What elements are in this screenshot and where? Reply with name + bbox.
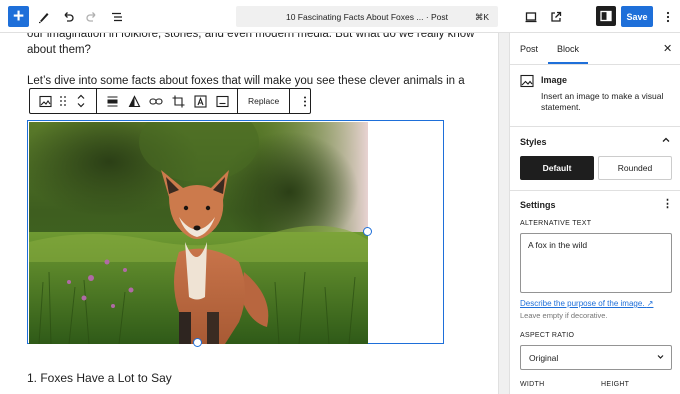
document-title: 10 Fascinating Facts About Foxes ... · P… (285, 11, 449, 22)
document-overview-icon[interactable] (107, 7, 127, 27)
width-label: WIDTH (520, 381, 545, 388)
image-block-toolbar: Replace (29, 88, 311, 114)
undo-icon[interactable] (58, 7, 78, 27)
aspect-ratio-select[interactable]: Original (520, 345, 672, 370)
close-icon[interactable]: ✕ (663, 42, 672, 55)
alt-text-help-link[interactable]: Describe the purpose of the image. ↗ (520, 299, 653, 308)
chevron-up-icon[interactable] (661, 135, 671, 148)
block-type-group (30, 89, 97, 113)
image-block-icon (520, 74, 534, 88)
resize-handle-right[interactable] (363, 227, 372, 236)
style-rounded-button[interactable]: Rounded (598, 156, 672, 180)
more-options-group (290, 89, 320, 113)
align-icon[interactable] (101, 89, 123, 113)
shortcut-hint: ⌘K (474, 12, 489, 22)
image-block[interactable] (27, 120, 444, 344)
block-card: Image Insert an image to make a visual s… (510, 65, 680, 127)
fox-photo (29, 122, 368, 344)
replace-button[interactable]: Replace (242, 89, 285, 113)
alt-text-help: Leave empty if decorative. (520, 311, 608, 320)
link-icon[interactable] (145, 89, 167, 113)
tab-block[interactable]: Block (557, 44, 579, 54)
redo-icon[interactable] (82, 7, 102, 27)
style-default-button[interactable]: Default (520, 156, 594, 180)
aspect-ratio-value: Original (529, 353, 559, 363)
paragraph-line: about them? (27, 44, 91, 56)
canvas-scrollbar[interactable] (498, 33, 510, 394)
settings-sidebar: Post Block ✕ Image Insert an image to ma… (510, 33, 680, 394)
command-palette-bar[interactable]: 10 Fascinating Facts About Foxes ... · P… (236, 6, 498, 27)
chevron-down-icon (656, 352, 665, 363)
caption-icon[interactable] (211, 89, 233, 113)
block-options-more-icon[interactable] (294, 89, 316, 113)
move-up-down-icon[interactable] (70, 89, 92, 113)
save-button[interactable]: Save (621, 6, 653, 27)
pen-tool-icon[interactable] (34, 7, 54, 27)
alt-text-label: ALTERNATIVE TEXT (520, 220, 592, 227)
external-link-icon: ↗ (646, 299, 654, 308)
crop-icon[interactable] (167, 89, 189, 113)
settings-panel-title: Settings (520, 200, 556, 210)
duotone-filter-icon[interactable] (123, 89, 145, 113)
image-tools-group (97, 89, 238, 113)
settings-sidebar-toggle-icon[interactable] (596, 6, 616, 26)
options-more-icon[interactable] (658, 7, 678, 27)
alt-text-textarea[interactable]: A fox in the wild (520, 233, 672, 293)
tab-post[interactable]: Post (520, 44, 538, 54)
sidebar-tabs: Post Block ✕ (510, 33, 680, 65)
block-name: Image (541, 75, 568, 85)
heading-block[interactable]: 1. Foxes Have a Lot to Say (27, 371, 172, 385)
styles-panel: Styles Default Rounded (510, 127, 680, 191)
paragraph-block[interactable]: our imagination in folklore, stories, an… (27, 33, 474, 58)
drag-handle-icon[interactable] (56, 89, 70, 113)
resize-handle-bottom[interactable] (193, 338, 202, 347)
add-block-button[interactable]: + (8, 6, 29, 27)
paragraph-line: our imagination in folklore, stories, an… (27, 33, 475, 40)
preview-desktop-icon[interactable] (521, 7, 541, 27)
editor-canvas[interactable]: our imagination in folklore, stories, an… (0, 33, 498, 394)
text-overlay-icon[interactable] (189, 89, 211, 113)
replace-group: Replace (238, 89, 291, 113)
alt-text-help-link-label: Describe the purpose of the image. (520, 299, 645, 308)
view-post-external-icon[interactable] (546, 7, 566, 27)
intro-paragraph[interactable]: Let’s dive into some facts about foxes t… (27, 73, 465, 89)
editor-top-toolbar: + 10 Fascinating Facts About Foxes ... ·… (0, 0, 680, 33)
block-description: Insert an image to make a visual stateme… (541, 91, 664, 112)
active-tab-indicator (548, 62, 588, 64)
styles-panel-title[interactable]: Styles (520, 137, 547, 147)
settings-panel: Settings ⋮ ALTERNATIVE TEXT A fox in the… (510, 191, 680, 394)
settings-more-icon[interactable]: ⋮ (662, 197, 673, 210)
height-label: HEIGHT (601, 381, 630, 388)
aspect-ratio-label: ASPECT RATIO (520, 332, 575, 339)
image-block-icon[interactable] (34, 89, 56, 113)
